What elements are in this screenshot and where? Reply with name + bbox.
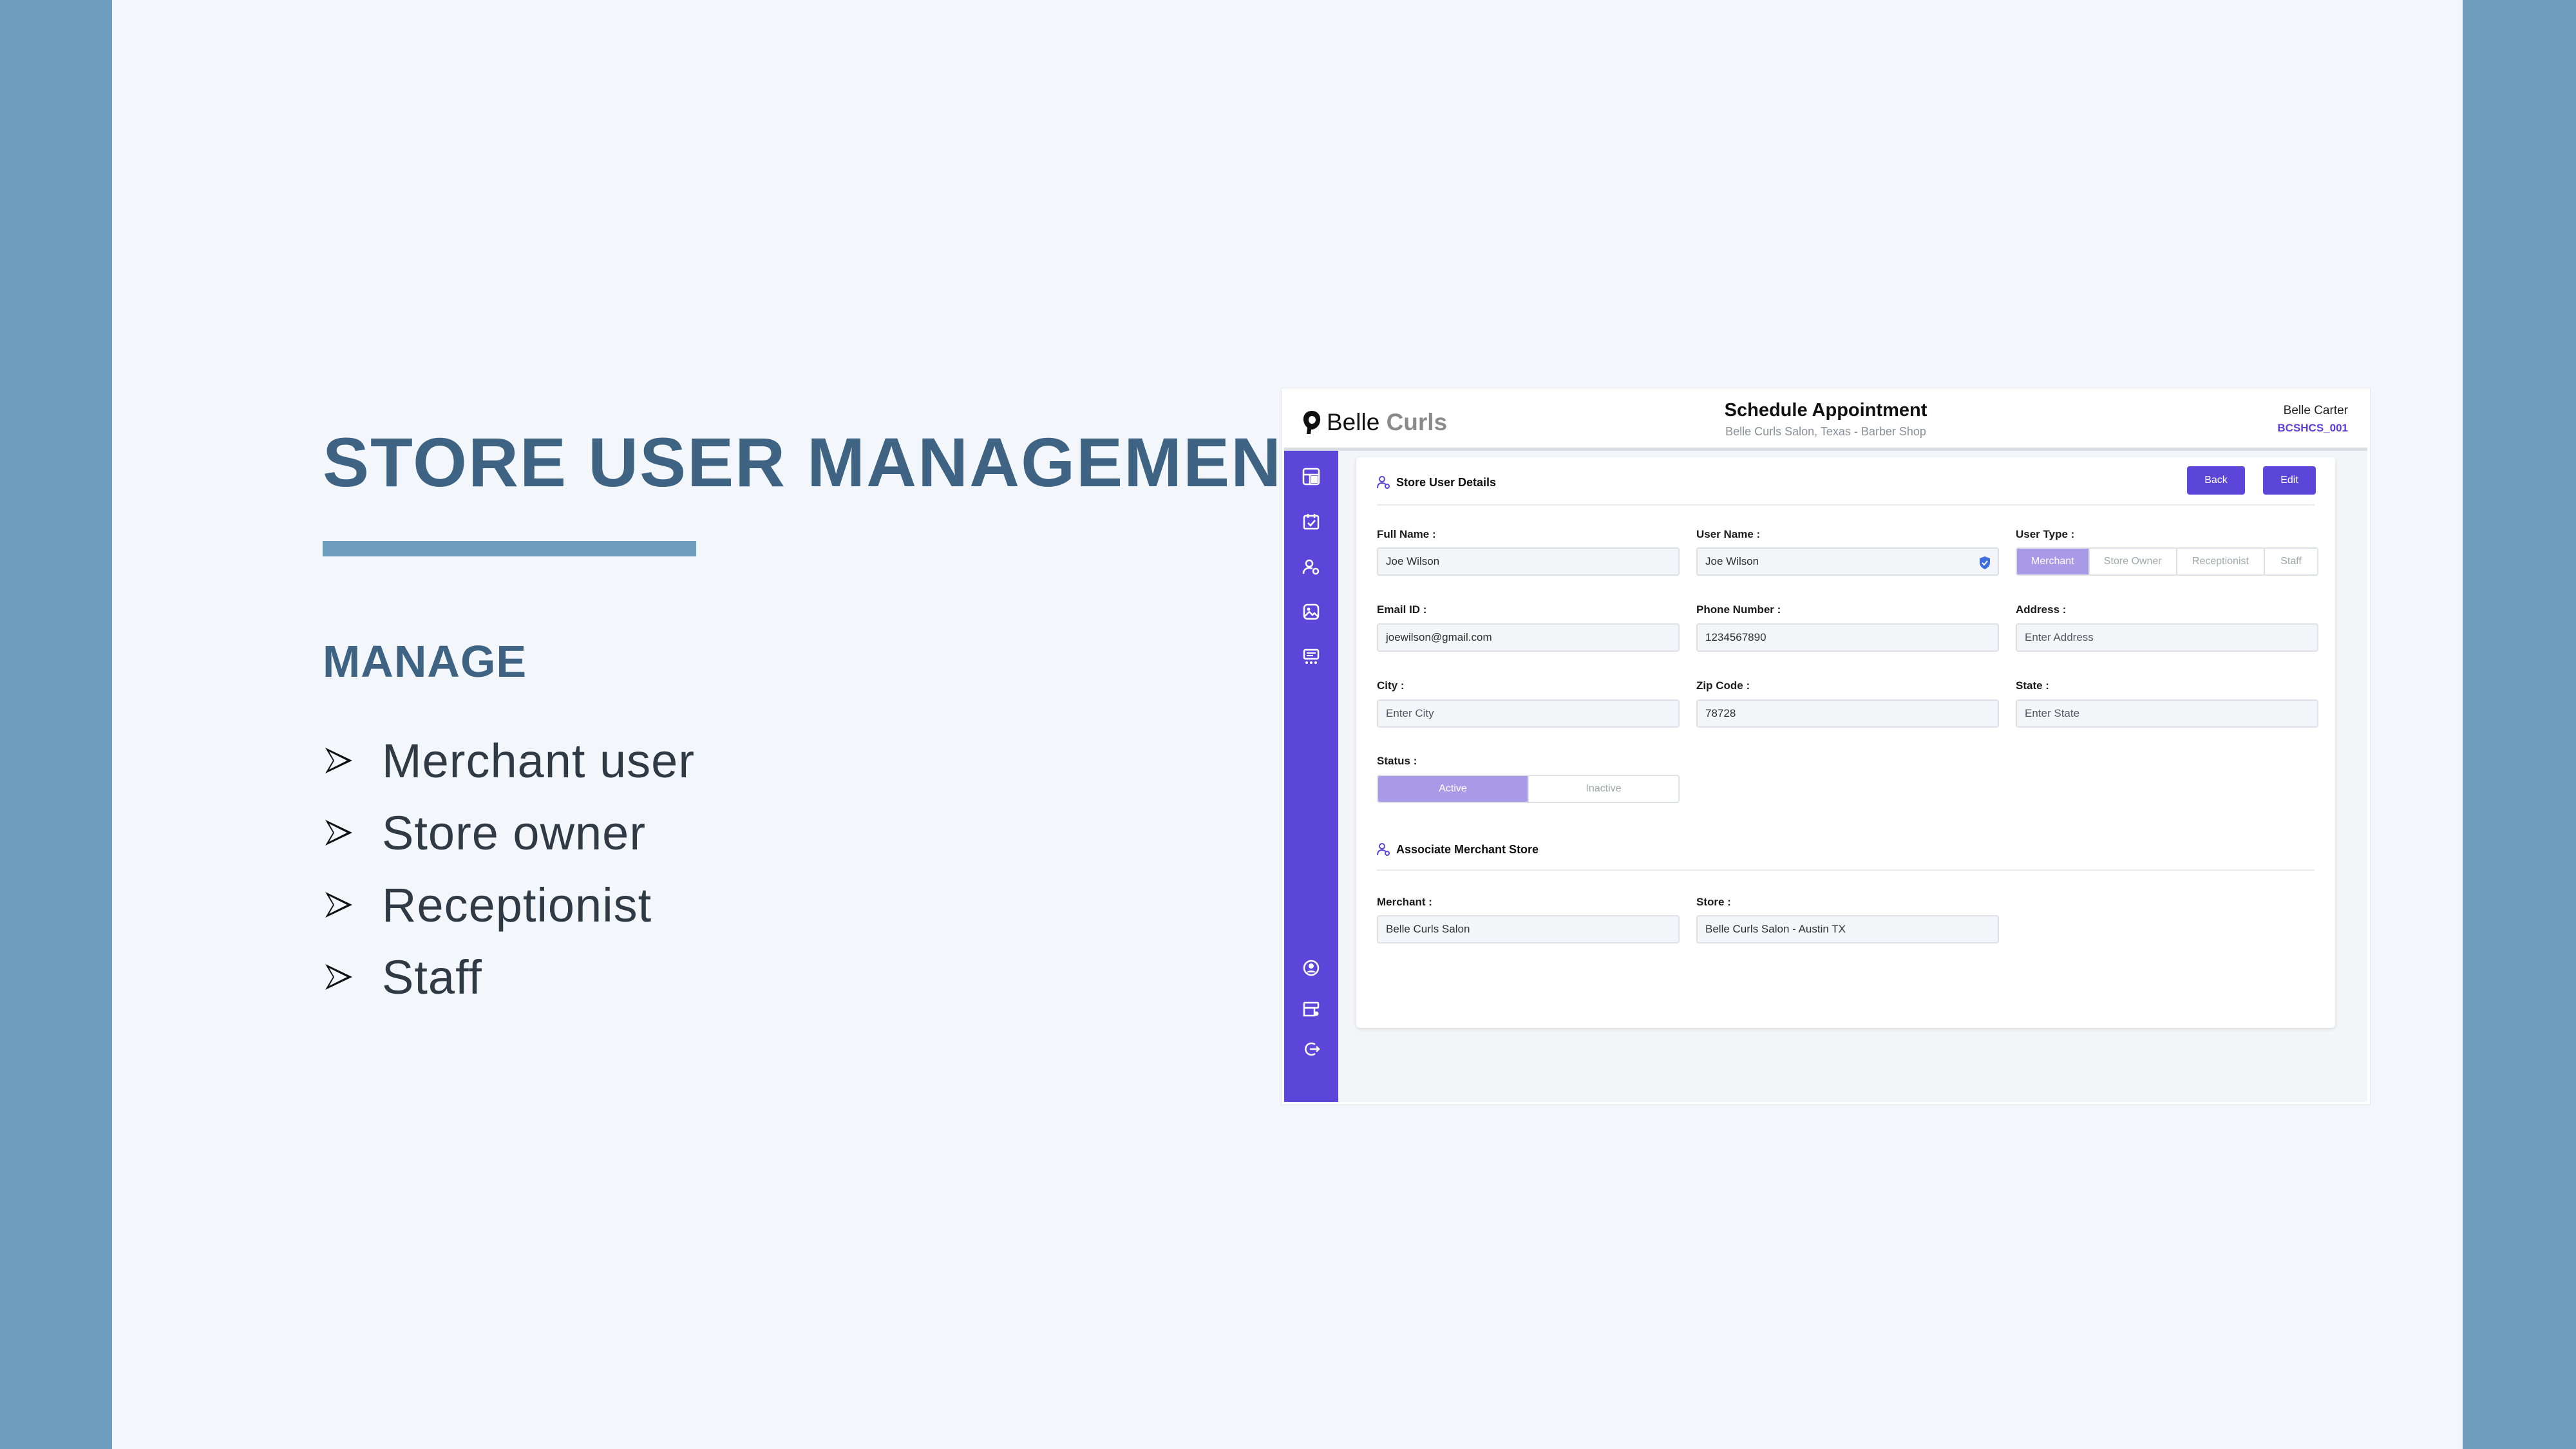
services-icon[interactable]: [1301, 647, 1321, 667]
back-button[interactable]: Back: [2187, 466, 2245, 495]
bullet-text: Receptionist: [382, 878, 652, 932]
arrow-bullet-icon: [323, 958, 382, 996]
merchant-label: Merchant :: [1377, 896, 1432, 908]
store-user-card: Store User Details Back Edit Full Name :…: [1356, 457, 2335, 1028]
phone-label: Phone Number :: [1696, 603, 1781, 616]
store-field[interactable]: Belle Curls Salon - Austin TX: [1696, 915, 1999, 943]
arrow-bullet-icon: [323, 741, 382, 780]
address-label: Address :: [2016, 603, 2067, 616]
email-field[interactable]: joewilson@gmail.com: [1377, 623, 1680, 652]
state-label: State :: [2016, 679, 2049, 692]
divider: [1377, 869, 2315, 871]
user-type-receptionist[interactable]: Receptionist: [2177, 549, 2266, 574]
bullet-item: Store owner: [323, 797, 695, 869]
sidebar: [1284, 451, 1338, 1102]
city-label: City :: [1377, 679, 1405, 692]
user-type-staff[interactable]: Staff: [2265, 549, 2317, 574]
status-inactive[interactable]: Inactive: [1529, 776, 1678, 802]
bullet-text: Merchant user: [382, 734, 695, 788]
page-subtitle: Belle Curls Salon, Texas - Barber Shop: [1725, 425, 1926, 438]
bullet-list: Merchant user Store owner Receptionist S…: [323, 724, 695, 1013]
gallery-icon[interactable]: [1301, 601, 1321, 622]
user-group-icon: [1377, 476, 1390, 489]
user-name[interactable]: Belle Carter: [2284, 404, 2348, 418]
verified-shield-icon: [1980, 556, 1990, 569]
bullet-item: Receptionist: [323, 869, 695, 941]
arrow-bullet-icon: [323, 886, 382, 924]
logout-icon[interactable]: [1301, 1039, 1321, 1059]
zip-code-label: Zip Code :: [1696, 679, 1750, 692]
user-group-icon: [1377, 843, 1390, 856]
user-settings-icon[interactable]: [1301, 556, 1321, 577]
associate-merchant-store-heading: Associate Merchant Store: [1377, 842, 1539, 857]
app-header: Belle Curls Schedule Appointment Belle C…: [1284, 391, 2367, 451]
user-name-field[interactable]: Joe Wilson: [1696, 547, 1999, 576]
user-type-store-owner[interactable]: Store Owner: [2089, 549, 2177, 574]
profile-icon[interactable]: [1301, 958, 1321, 978]
dashboard-icon[interactable]: [1301, 466, 1321, 487]
divider: [1377, 504, 2315, 506]
address-field[interactable]: Enter Address: [2016, 623, 2318, 652]
store-label: Store :: [1696, 896, 1731, 908]
phone-field[interactable]: 1234567890: [1696, 623, 1999, 652]
merchant-field[interactable]: Belle Curls Salon: [1377, 915, 1680, 943]
user-name-value: Joe Wilson: [1705, 555, 1759, 567]
user-type-label: User Type :: [2016, 528, 2075, 540]
manage-heading: MANAGE: [323, 636, 527, 687]
zip-code-field[interactable]: 78728: [1696, 699, 1999, 728]
full-name-field[interactable]: Joe Wilson: [1377, 547, 1680, 576]
user-name-label: User Name :: [1696, 528, 1761, 540]
city-field[interactable]: Enter City: [1377, 699, 1680, 728]
edit-button[interactable]: Edit: [2263, 466, 2316, 495]
state-field[interactable]: Enter State: [2016, 699, 2318, 728]
store-user-details-heading: Store User Details: [1377, 475, 1496, 489]
status-label: Status :: [1377, 755, 1417, 767]
calendar-check-icon[interactable]: [1301, 511, 1321, 532]
title-underline: [323, 541, 696, 556]
bullet-text: Staff: [382, 950, 482, 1004]
status-toggle: Active Inactive: [1377, 775, 1680, 803]
bullet-text: Store owner: [382, 806, 646, 860]
bullet-item: Staff: [323, 941, 695, 1013]
email-label: Email ID :: [1377, 603, 1427, 616]
store-settings-icon[interactable]: [1301, 999, 1321, 1019]
user-type-merchant[interactable]: Merchant: [2017, 549, 2090, 574]
bullet-item: Merchant user: [323, 724, 695, 797]
arrow-bullet-icon: [323, 813, 382, 852]
full-name-label: Full Name :: [1377, 528, 1436, 540]
app-screenshot: Belle Curls Schedule Appointment Belle C…: [1282, 388, 2370, 1104]
user-type-selector: Merchant Store Owner Receptionist Staff: [2016, 547, 2318, 576]
user-code: BCSHCS_001: [2277, 422, 2348, 434]
page-title: Schedule Appointment: [1724, 400, 1927, 421]
status-active[interactable]: Active: [1378, 776, 1529, 802]
slide-title: STORE USER MANAGEMENT: [323, 423, 1327, 501]
